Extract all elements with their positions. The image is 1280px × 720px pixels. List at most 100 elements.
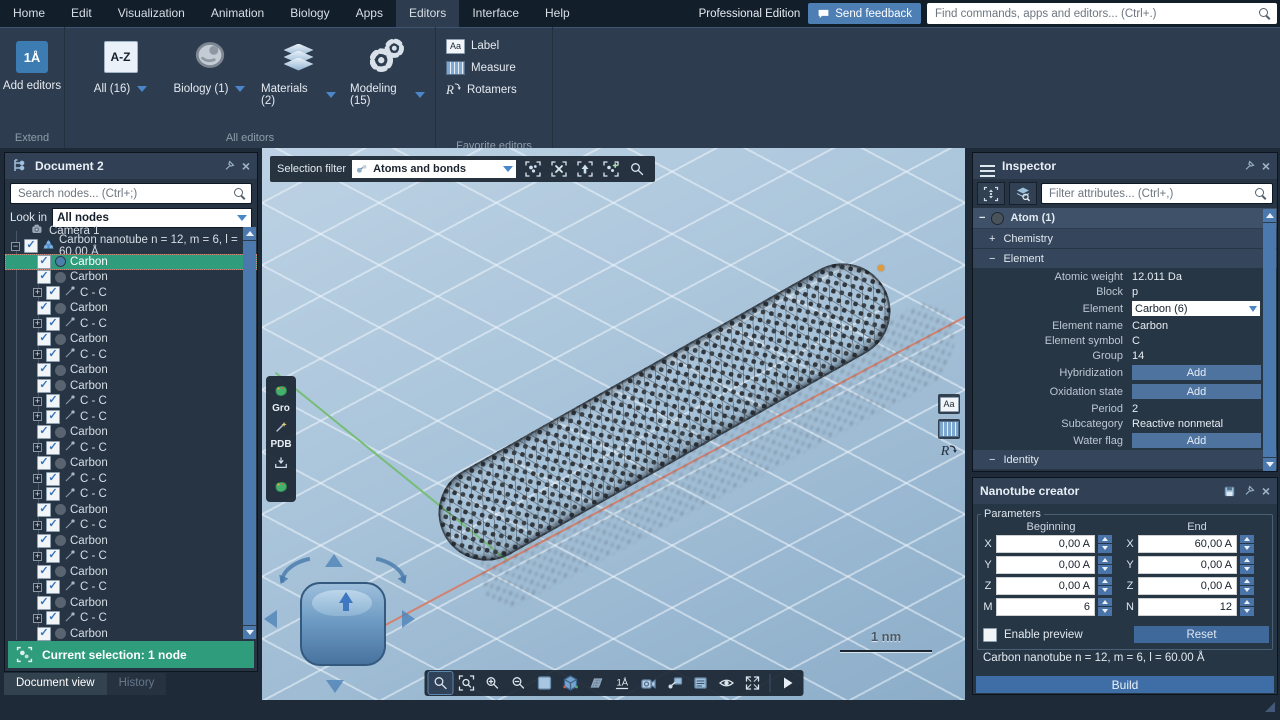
tree-item-atom[interactable]: ✓Carbon [5,332,257,348]
collapse-icon[interactable]: − [11,242,20,251]
navigation-cube-icon[interactable] [558,672,582,694]
visibility-checkbox[interactable]: ✓ [46,286,60,300]
expand-icon[interactable]: + [33,288,42,297]
menu-item-animation[interactable]: Animation [198,0,277,27]
chevron-down-icon[interactable] [326,92,336,98]
visibility-checkbox[interactable]: ✓ [46,549,60,563]
visibility-checkbox[interactable]: ✓ [37,534,51,548]
node-search-input[interactable] [16,187,233,201]
enable-preview-checkbox[interactable] [983,628,997,642]
tree-item-bond[interactable]: +✓C - C [5,471,257,487]
visibility-checkbox[interactable]: ✓ [37,270,51,284]
editor-button-modeling[interactable]: Modeling (15) [350,37,425,107]
tree-item-atom[interactable]: ✓Carbon [5,502,257,518]
rotamers-editor-icon[interactable]: R [941,444,958,460]
attribute-filter-input[interactable] [1047,187,1254,201]
tree-item-bond[interactable]: +✓C - C [5,580,257,596]
tab-document-view[interactable]: Document view [4,673,107,695]
rotate-left-icon[interactable] [276,557,313,584]
tree-item-bond[interactable]: +✓C - C [5,394,257,410]
expand-icon[interactable]: + [33,552,42,561]
magnifier-icon[interactable] [626,158,648,180]
eye-icon[interactable] [714,672,738,694]
menu-item-help[interactable]: Help [532,0,583,27]
favorite-editor-measure[interactable]: Measure [446,57,552,79]
zoom-out-icon[interactable] [506,672,530,694]
build-button[interactable]: Build [976,676,1274,693]
scroll-up-icon[interactable] [1263,209,1276,222]
visibility-checkbox[interactable]: ✓ [46,580,60,594]
samson-connect-icon[interactable] [270,380,292,402]
tree-item-atom[interactable]: ✓Carbon [5,378,257,394]
navigation-cube[interactable] [262,544,432,700]
param-input-x[interactable]: 0,00 A [996,535,1095,553]
inspector-scroll-thumb[interactable] [1263,223,1276,457]
spinner-z[interactable] [1240,577,1254,595]
pan-left-icon[interactable] [264,610,277,628]
reset-button[interactable]: Reset [1134,626,1269,643]
camera-export-icon[interactable] [636,672,660,694]
scroll-up-icon[interactable] [243,227,256,240]
add-editors-button[interactable]: 1Å Add editors [3,27,61,92]
spinner-n[interactable] [1240,598,1254,616]
expander-icon[interactable]: + [989,233,995,245]
scroll-down-icon[interactable] [243,626,256,639]
favorite-editor-label[interactable]: AaLabel [446,35,552,57]
tree-item-bond[interactable]: +✓C - C [5,487,257,503]
expand-icon[interactable]: + [33,583,42,592]
rotate-right-icon[interactable] [372,557,409,584]
selection-filter-dropdown[interactable]: Atoms and bonds [352,160,516,178]
tree-item-atom[interactable]: ✓Carbon [5,564,257,580]
measure-editor-icon[interactable] [938,419,960,439]
favorite-editor-rotamers[interactable]: RRotamers [446,79,552,101]
scroll-down-icon[interactable] [1263,458,1276,471]
command-search-input[interactable] [933,7,1258,21]
spinner-y[interactable] [1098,556,1112,574]
document-view-icon[interactable] [688,672,712,694]
param-input-m[interactable]: 6 [996,598,1095,616]
tree-item-atom[interactable]: ✓Carbon [5,456,257,472]
play-icon[interactable] [775,672,799,694]
visibility-checkbox[interactable]: ✓ [37,255,51,269]
param-input-n[interactable]: 12 [1138,598,1237,616]
tree-item-bond[interactable]: +✓C - C [5,409,257,425]
fit-selection-icon[interactable] [977,182,1005,205]
visibility-checkbox[interactable]: ✓ [37,379,51,393]
element-dropdown[interactable]: Carbon (6) [1132,301,1260,316]
pdb-download-icon[interactable] [270,452,292,474]
hamburger-icon[interactable] [980,165,995,168]
fullscreen-icon[interactable] [740,672,764,694]
tab-history[interactable]: History [107,673,167,695]
editor-button-biology[interactable]: Biology (1) [172,37,247,107]
background-icon[interactable] [532,672,556,694]
expand-icon[interactable]: + [33,350,42,359]
param-input-x[interactable]: 60,00 A [1138,535,1237,553]
raise-selection-icon[interactable] [574,158,596,180]
tree-scroll-thumb[interactable] [243,241,256,625]
resize-grip[interactable] [1265,702,1275,712]
pin-icon[interactable] [1243,160,1255,172]
menu-item-home[interactable]: Home [0,0,58,27]
scale-1a-icon[interactable]: 1Å [610,672,634,694]
editor-button-all[interactable]: A-ZAll (16) [83,37,158,107]
visibility-checkbox[interactable]: ✓ [37,301,51,315]
visibility-checkbox[interactable]: ✓ [46,518,60,532]
tree-item-atom[interactable]: ✓Carbon [5,254,257,270]
tree-item-atom[interactable]: ✓Carbon [5,595,257,611]
visibility-checkbox[interactable]: ✓ [37,456,51,470]
tree-item-nanotube[interactable]: −✓Carbon nanotube n = 12, m = 6, l = 60.… [5,239,257,255]
pan-right-icon[interactable] [402,610,415,628]
spinner-m[interactable] [1098,598,1112,616]
tree-scrollbar[interactable] [243,227,256,639]
editor-button-materials[interactable]: Materials (2) [261,37,336,107]
inspector-subsection-element[interactable]: −Element [973,249,1277,269]
inspector-subsection-identity[interactable]: −Identity [973,450,1277,470]
send-feedback-button[interactable]: Send feedback [808,3,921,24]
chevron-down-icon[interactable] [415,92,425,98]
menu-item-visualization[interactable]: Visualization [105,0,198,27]
visibility-checkbox[interactable]: ✓ [37,627,51,641]
param-input-y[interactable]: 0,00 A [1138,556,1237,574]
grow-selection-icon[interactable] [600,158,622,180]
visibility-checkbox[interactable]: ✓ [37,425,51,439]
visibility-checkbox[interactable]: ✓ [37,565,51,579]
